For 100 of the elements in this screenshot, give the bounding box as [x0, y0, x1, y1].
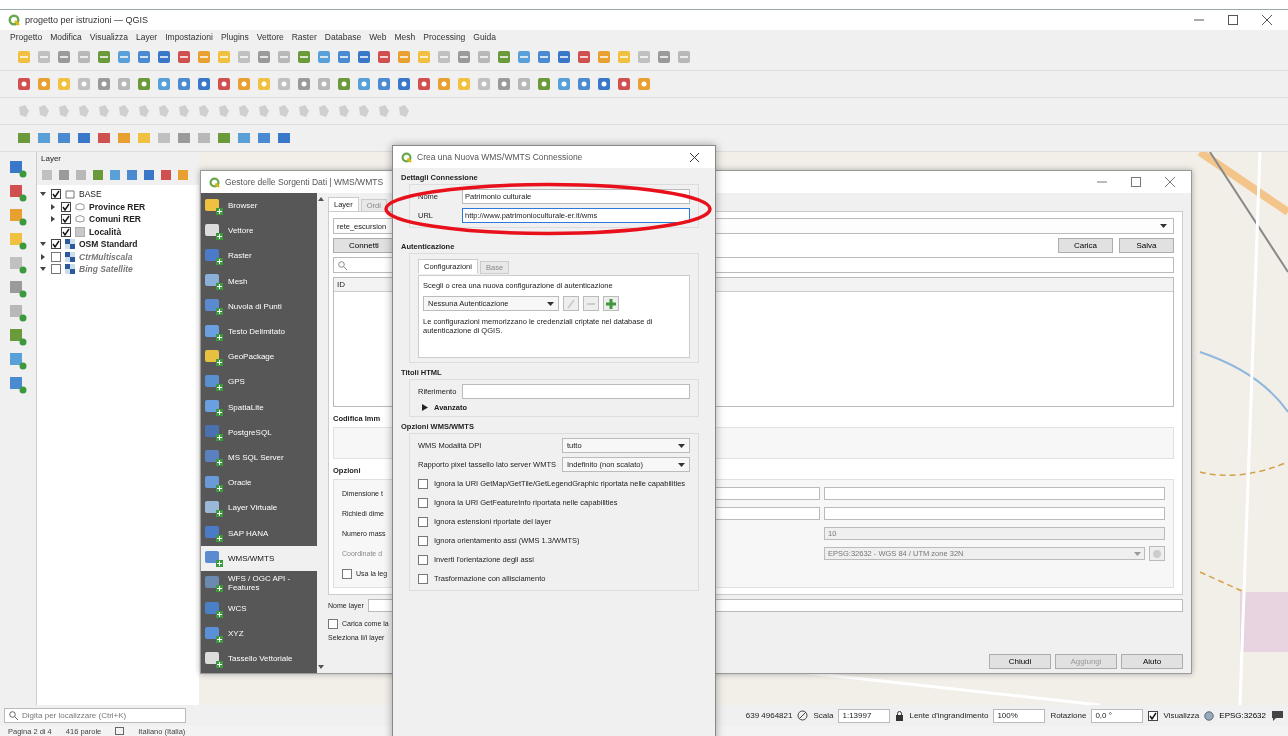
toolbar-icon[interactable] — [176, 130, 192, 146]
menu-item[interactable]: Processing — [423, 32, 466, 42]
toolbar-icon[interactable] — [256, 130, 272, 146]
toolbar-icon[interactable] — [9, 184, 27, 202]
toolbar-icon[interactable] — [216, 76, 232, 92]
source-list-item[interactable]: GeoPackage — [201, 344, 317, 370]
rotation-spinbox[interactable]: 0,0 ° — [1091, 708, 1144, 723]
toolbar-icon[interactable] — [143, 169, 155, 181]
crs-button[interactable]: EPSG:32632 — [1219, 711, 1266, 720]
toolbar-icon[interactable] — [58, 169, 70, 181]
source-list-item[interactable]: PostgreSQL — [201, 419, 317, 445]
toolbar-icon[interactable] — [236, 76, 252, 92]
layer-name[interactable]: BASE — [79, 189, 102, 200]
locator-field[interactable]: Digita per localizzare (Ctrl+K) — [4, 708, 186, 723]
menu-item[interactable]: Visualizza — [89, 32, 128, 42]
toolbar-icon[interactable] — [36, 76, 52, 92]
input-field[interactable] — [824, 487, 1165, 500]
add-button[interactable] — [603, 296, 619, 311]
toolbar-icon[interactable] — [216, 130, 232, 146]
toolbar-icon[interactable] — [196, 76, 212, 92]
layer-name[interactable]: Comuni RER — [89, 214, 141, 225]
expand-arrow-icon[interactable] — [50, 203, 57, 210]
source-list-item[interactable]: SAP HANA — [201, 520, 317, 546]
toolbar-icon[interactable] — [96, 49, 112, 65]
source-list-item[interactable]: SpatiaLite — [201, 394, 317, 420]
toolbar-icon[interactable] — [176, 76, 192, 92]
menu-item[interactable]: Modifica — [50, 32, 82, 42]
expand-arrow-icon[interactable] — [40, 266, 47, 273]
toolbar-icon[interactable] — [556, 76, 572, 92]
toolbar-icon[interactable] — [36, 130, 52, 146]
layer-checkbox[interactable] — [51, 189, 61, 200]
toolbar-icon[interactable] — [576, 76, 592, 92]
dropdown-arrow-icon[interactable] — [678, 443, 685, 448]
source-list-item[interactable]: WMS/WMTS — [201, 545, 317, 571]
option-checkbox[interactable] — [418, 497, 428, 508]
toolbar-icon[interactable] — [316, 49, 332, 65]
toolbar-icon[interactable] — [636, 76, 652, 92]
toolbar-icon[interactable] — [396, 49, 412, 65]
toolbar-icon[interactable] — [92, 169, 104, 181]
toolbar-icon[interactable] — [356, 49, 372, 65]
toolbar-icon[interactable] — [9, 280, 27, 298]
toolbar-icon[interactable] — [9, 376, 27, 394]
option-checkbox[interactable] — [418, 554, 428, 565]
toolbar-icon[interactable] — [76, 130, 92, 146]
layer-checkbox[interactable] — [51, 264, 61, 275]
layer-checkbox[interactable] — [61, 214, 71, 225]
toolbar-icon[interactable] — [9, 304, 27, 322]
source-list-item[interactable]: Browser — [201, 193, 317, 219]
toolbar-icon[interactable] — [596, 49, 612, 65]
dropdown-arrow-icon[interactable] — [1160, 224, 1167, 228]
menu-item[interactable]: Layer — [135, 32, 158, 42]
source-list-item[interactable]: XYZ — [201, 621, 317, 647]
layer-checkbox[interactable] — [51, 251, 61, 262]
toolbar-icon[interactable] — [116, 130, 132, 146]
toolbar-icon[interactable] — [496, 76, 512, 92]
option-checkbox[interactable] — [418, 478, 428, 489]
expand-arrow-icon[interactable] — [422, 404, 428, 411]
toolbar-icon[interactable] — [196, 49, 212, 65]
toolbar-icon[interactable] — [96, 130, 112, 146]
toolbar-icon[interactable] — [556, 49, 572, 65]
toolbar-icon[interactable] — [136, 49, 152, 65]
render-checkbox[interactable] — [1148, 710, 1159, 721]
source-list-item[interactable]: WCS — [201, 596, 317, 622]
layer-name[interactable]: OSM Standard — [79, 239, 138, 250]
close-icon[interactable] — [1262, 15, 1272, 25]
menu-item[interactable]: Database — [324, 32, 362, 42]
source-list-item[interactable]: Oracle — [201, 470, 317, 496]
toolbar-icon[interactable] — [336, 49, 352, 65]
referer-field[interactable] — [462, 384, 690, 399]
toolbar-icon[interactable] — [56, 130, 72, 146]
toolbar-icon[interactable] — [516, 49, 532, 65]
toolbar-icon[interactable] — [116, 76, 132, 92]
toolbar-icon[interactable] — [56, 49, 72, 65]
lock-icon[interactable] — [895, 710, 905, 721]
magnifier-spinbox[interactable]: 100% — [993, 708, 1046, 723]
toolbar-icon[interactable] — [176, 49, 192, 65]
source-list-item[interactable]: Nuvola di Punti — [201, 293, 317, 319]
toolbar-icon[interactable] — [296, 49, 312, 65]
proofing-icon[interactable] — [115, 727, 125, 735]
toolbar-icon[interactable] — [536, 76, 552, 92]
option-checkbox[interactable] — [418, 573, 428, 584]
layer-checkbox[interactable] — [51, 239, 61, 250]
toolbar-icon[interactable] — [416, 76, 432, 92]
remove-button[interactable] — [583, 296, 599, 311]
layer-checkbox[interactable] — [61, 226, 71, 237]
expand-arrow-icon[interactable] — [40, 253, 47, 260]
toolbar-icon[interactable] — [9, 256, 27, 274]
menu-item[interactable]: Web — [369, 32, 387, 42]
connect-button[interactable]: Connetti — [333, 238, 395, 253]
source-list-item[interactable]: Layer Virtuale — [201, 495, 317, 521]
toolbar-icon[interactable] — [9, 328, 27, 346]
source-list-item[interactable]: Vettore — [201, 218, 317, 244]
layer-name[interactable]: Province RER — [89, 201, 146, 212]
dropdown-arrow-icon[interactable] — [678, 462, 685, 467]
maximize-icon[interactable] — [1131, 177, 1141, 187]
toolbar-icon[interactable] — [616, 76, 632, 92]
toolbar-icon[interactable] — [376, 76, 392, 92]
load-button[interactable]: Carica — [1058, 238, 1113, 253]
option-checkbox[interactable] — [418, 516, 428, 527]
toolbar-icon[interactable] — [160, 169, 172, 181]
